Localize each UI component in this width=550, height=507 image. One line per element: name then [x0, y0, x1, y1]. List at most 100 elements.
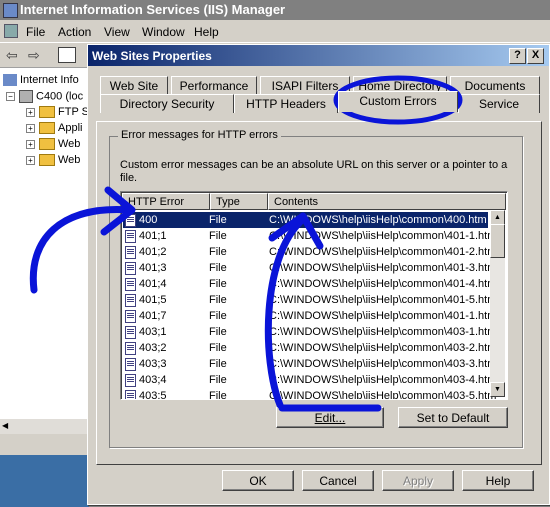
- tree-server[interactable]: − C400 (loc: [6, 90, 83, 103]
- cell-contents: C:\WINDOWS\help\iisHelp\common\403-3.htm: [269, 358, 497, 370]
- table-row[interactable]: 403;3 File C:\WINDOWS\help\iisHelp\common\…: [123, 356, 496, 372]
- menu-file[interactable]: File: [26, 25, 45, 39]
- help-button[interactable]: Help: [462, 470, 534, 491]
- list-vertical-scrollbar[interactable]: ▲ ▼: [490, 210, 505, 397]
- tree-horizontal-scrollbar[interactable]: ◀: [0, 418, 92, 434]
- menu-window[interactable]: Window: [142, 25, 185, 39]
- dialog-title-bar: Web Sites Properties ? X: [88, 45, 549, 66]
- cell-type: File: [209, 214, 227, 226]
- column-header-http-error[interactable]: HTTP Error: [122, 193, 210, 210]
- help-title-button[interactable]: ?: [509, 48, 526, 64]
- table-row[interactable]: 403;4 File C:\WINDOWS\help\iisHelp\common\…: [123, 372, 496, 388]
- document-icon: [125, 310, 136, 323]
- cell-type: File: [209, 358, 227, 370]
- cell-type: File: [209, 326, 227, 338]
- document-icon: [125, 326, 136, 339]
- tree-item-label: FTP S: [58, 106, 89, 118]
- edit-button[interactable]: Edit...: [276, 407, 384, 428]
- cell-type: File: [209, 342, 227, 354]
- table-row[interactable]: 400 File C:\WINDOWS\help\iisHelp\common\40…: [123, 212, 488, 228]
- cell-http-error: 401;1: [139, 230, 167, 242]
- tab-isapi-filters[interactable]: ISAPI Filters: [260, 76, 350, 95]
- forward-arrow-icon[interactable]: ⇨: [28, 47, 40, 64]
- document-icon: [125, 374, 136, 387]
- mmc-title-bar: Internet Information Services (IIS) Mana…: [0, 0, 550, 20]
- tab-web-site[interactable]: Web Site: [100, 76, 168, 95]
- status-bar: [0, 436, 92, 454]
- show-console-tree-icon[interactable]: [58, 47, 76, 63]
- menu-help[interactable]: Help: [194, 25, 219, 39]
- table-row[interactable]: 401;4 File C:\WINDOWS\help\iisHelp\common\…: [123, 276, 496, 292]
- tab-service[interactable]: Service: [458, 94, 540, 113]
- tree-item-label: Web: [58, 138, 81, 150]
- tree-item-ftp[interactable]: + FTP S: [26, 106, 89, 119]
- iis-root-icon: [3, 74, 17, 87]
- tab-custom-errors[interactable]: Custom Errors: [338, 91, 458, 112]
- cell-type: File: [209, 390, 227, 400]
- cell-http-error: 400: [139, 214, 158, 226]
- document-icon: [125, 230, 136, 243]
- tree-item-label: Web: [58, 154, 81, 166]
- tab-directory-security[interactable]: Directory Security: [100, 94, 234, 113]
- document-icon: [125, 390, 136, 399]
- tree-item-web-ext[interactable]: + Web: [26, 154, 81, 167]
- cell-contents: C:\WINDOWS\help\iisHelp\common\401-5.htm: [269, 294, 497, 306]
- expand-icon[interactable]: +: [26, 155, 35, 165]
- document-icon: [125, 214, 136, 227]
- table-row[interactable]: 401;5 File C:\WINDOWS\help\iisHelp\common\…: [123, 292, 496, 308]
- scroll-down-icon[interactable]: ▼: [490, 382, 505, 397]
- set-to-default-button[interactable]: Set to Default: [398, 407, 508, 428]
- desktop-background: [0, 455, 92, 507]
- column-header-type[interactable]: Type: [210, 193, 268, 210]
- cell-http-error: 403;1: [139, 326, 167, 338]
- table-row[interactable]: 401;2 File C:\WINDOWS\help\iisHelp\common\…: [123, 244, 496, 260]
- close-button[interactable]: X: [527, 48, 544, 64]
- table-row[interactable]: 403;2 File C:\WINDOWS\help\iisHelp\common\…: [123, 340, 496, 356]
- cell-http-error: 403;4: [139, 374, 167, 386]
- error-list[interactable]: HTTP Error Type Contents 400 File C:\WINDO…: [120, 191, 508, 400]
- tree-item-web-sites[interactable]: + Web: [26, 138, 81, 151]
- cell-contents: C:\WINDOWS\help\iisHelp\common\401-4.htm: [269, 278, 497, 290]
- web-sites-properties-dialog: Web Sites Properties ? X Web Site Perfor…: [87, 44, 550, 505]
- table-row[interactable]: 403;5 File C:\WINDOWS\help\iisHelp\common\…: [123, 388, 496, 400]
- cell-type: File: [209, 246, 227, 258]
- menu-view[interactable]: View: [104, 25, 130, 39]
- cell-type: File: [209, 310, 227, 322]
- menu-action[interactable]: Action: [58, 25, 91, 39]
- cell-http-error: 401;3: [139, 262, 167, 274]
- custom-errors-panel: Error messages for HTTP errors Custom er…: [96, 121, 542, 465]
- console-icon[interactable]: [4, 24, 18, 38]
- cell-type: File: [209, 294, 227, 306]
- tree-server-label: C400 (loc: [36, 90, 84, 103]
- collapse-icon[interactable]: −: [6, 92, 15, 101]
- scroll-left-icon[interactable]: ◀: [2, 421, 8, 430]
- tab-documents[interactable]: Documents: [450, 76, 540, 95]
- dialog-title: Web Sites Properties: [92, 49, 212, 63]
- scroll-up-icon[interactable]: ▲: [490, 210, 505, 225]
- table-row[interactable]: 401;1 File C:\WINDOWS\help\iisHelp\common\…: [123, 228, 496, 244]
- edit-button-label: Edit...: [314, 411, 346, 425]
- table-row[interactable]: 403;1 File C:\WINDOWS\help\iisHelp\common\…: [123, 324, 496, 340]
- expand-icon[interactable]: +: [26, 123, 35, 133]
- scroll-thumb[interactable]: [490, 224, 505, 258]
- document-icon: [125, 246, 136, 259]
- folder-icon: [39, 138, 55, 151]
- cell-contents: C:\WINDOWS\help\iisHelp\common\403-5.htm: [269, 390, 497, 400]
- tab-performance[interactable]: Performance: [171, 76, 257, 95]
- table-row[interactable]: 401;7 File C:\WINDOWS\help\iisHelp\common\…: [123, 308, 496, 324]
- table-row[interactable]: 401;3 File C:\WINDOWS\help\iisHelp\common\…: [123, 260, 496, 276]
- tree-root[interactable]: Internet Info: [3, 74, 79, 87]
- tab-http-headers[interactable]: HTTP Headers: [234, 94, 338, 113]
- server-icon: [19, 90, 33, 103]
- cell-contents: C:\WINDOWS\help\iisHelp\common\403-4.htm: [269, 374, 497, 386]
- back-arrow-icon[interactable]: ⇦: [6, 47, 18, 64]
- apply-button[interactable]: Apply: [382, 470, 454, 491]
- iis-app-icon: [3, 3, 18, 18]
- column-header-contents[interactable]: Contents: [268, 193, 506, 210]
- cell-contents: C:\WINDOWS\help\iisHelp\common\403-1.htm: [269, 326, 497, 338]
- cancel-button[interactable]: Cancel: [302, 470, 374, 491]
- tree-item-app-pools[interactable]: + Appli: [26, 122, 82, 135]
- ok-button[interactable]: OK: [222, 470, 294, 491]
- expand-icon[interactable]: +: [26, 107, 35, 117]
- expand-icon[interactable]: +: [26, 139, 35, 149]
